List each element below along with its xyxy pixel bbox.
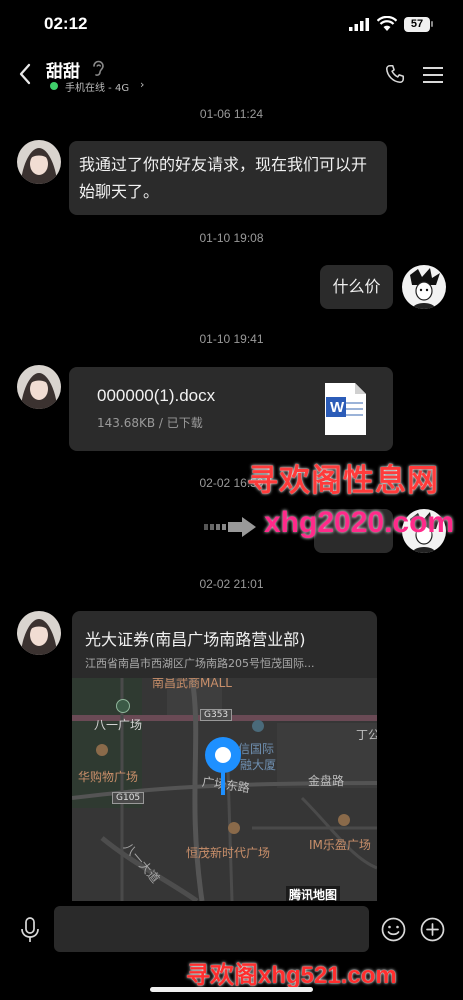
contact-avatar[interactable] <box>17 365 61 409</box>
word-document-icon: W <box>323 382 367 436</box>
file-meta: 143.68KB / 已下载 <box>97 416 203 430</box>
map-label: 华购物广场 <box>78 770 139 784</box>
watermark-text: 寻欢阁性息网 <box>247 463 439 499</box>
timestamp: 01-10 19:41 <box>199 332 264 346</box>
online-indicator <box>50 82 58 90</box>
wifi-icon <box>377 16 397 31</box>
menu-icon[interactable] <box>422 66 444 84</box>
metro-icon <box>116 699 130 713</box>
map-label: IM乐盈广场 <box>309 838 371 852</box>
watermark-url: xhg2020.com <box>264 506 455 539</box>
location-title: 光大证券(南昌广场南路营业部) <box>85 630 306 649</box>
signal-icon <box>349 18 369 31</box>
road-badge: G105 <box>112 792 145 804</box>
map-label: 南昌武商MALL <box>152 678 232 690</box>
map-label: 八一广场 <box>94 718 143 732</box>
location-address: 江西省南昌市西湖区广场南路205号恒茂国际... <box>85 657 315 670</box>
contact-avatar[interactable] <box>17 140 61 184</box>
contact-avatar[interactable] <box>17 611 61 655</box>
back-arrow-icon[interactable] <box>18 63 32 85</box>
shop-icon <box>96 744 108 756</box>
online-status[interactable]: 手机在线 - 4G <box>65 79 129 94</box>
map-preview[interactable]: 南昌武商MALL 八一广场 G353 信国际 融大厦 丁公 广场东路 金盘路 华… <box>72 678 377 901</box>
emoji-icon[interactable] <box>381 917 406 942</box>
map-label: 信国际 <box>238 742 275 756</box>
ear-icon <box>93 60 104 76</box>
my-avatar[interactable] <box>402 265 446 309</box>
file-name: 000000(1).docx <box>97 386 216 405</box>
map-label: 恒茂新时代广场 <box>186 846 271 860</box>
home-indicator[interactable] <box>150 987 313 992</box>
timestamp: 01-10 19:08 <box>199 231 264 245</box>
shop-icon <box>338 814 350 826</box>
timestamp: 02-02 21:01 <box>199 577 264 591</box>
shop-icon <box>228 822 240 834</box>
message-bubble-incoming[interactable]: 我通过了你的好友请求，现在我们可以开始聊天了。 <box>69 141 387 215</box>
location-pin-icon <box>205 737 241 795</box>
status-bar: 02:12 57 <box>0 0 463 46</box>
timestamp: 01-06 11:24 <box>199 107 264 121</box>
chevron-right-icon[interactable]: › <box>140 78 144 91</box>
tencent-map-logo: 腾讯地图 <box>286 886 341 901</box>
map-label: 融大厦 <box>240 758 277 772</box>
phone-icon[interactable] <box>384 63 406 85</box>
arrow-right-icon <box>204 517 256 537</box>
message-bubble-outgoing[interactable]: 什么价 <box>320 265 393 309</box>
microphone-icon[interactable] <box>20 917 40 943</box>
word-icon-letter: W <box>330 399 345 416</box>
battery-cap <box>431 21 433 27</box>
status-time: 02:12 <box>44 14 88 33</box>
watermark-bottom: 寻欢阁xhg521.com <box>186 962 397 989</box>
plus-icon[interactable] <box>420 917 445 942</box>
battery-icon: 57 <box>404 17 430 32</box>
map-label: 丁公 <box>356 728 377 742</box>
map-label: 金盘路 <box>308 774 345 788</box>
message-input[interactable] <box>54 906 369 952</box>
road-badge: G353 <box>200 709 233 721</box>
building-icon <box>252 720 264 732</box>
